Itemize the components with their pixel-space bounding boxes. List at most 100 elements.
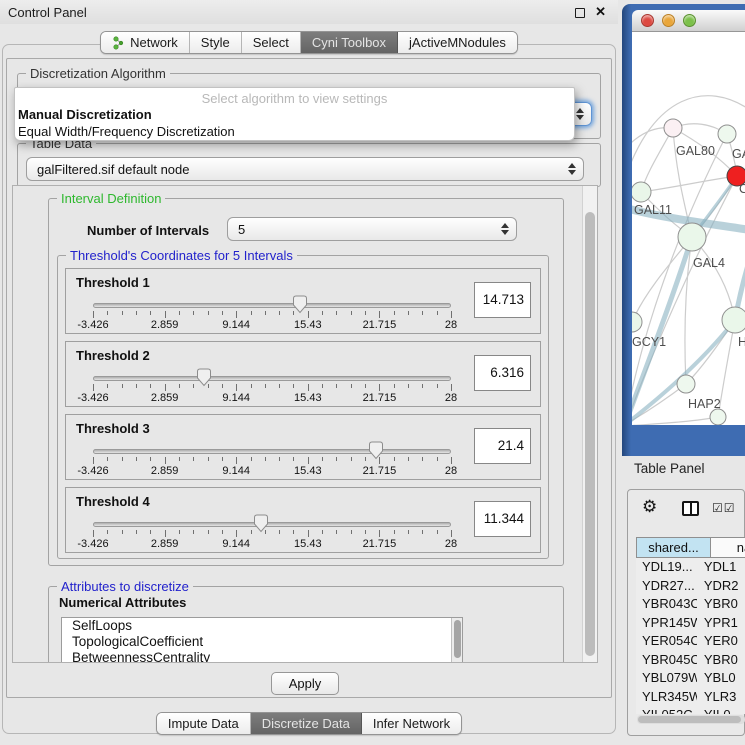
gear-icon[interactable]: ⚙: [642, 497, 657, 517]
network-node[interactable]: [718, 125, 736, 143]
bottom-tab-impute-data[interactable]: Impute Data: [157, 713, 251, 734]
column-header-name[interactable]: name: [711, 537, 745, 558]
slider-track[interactable]: [93, 522, 451, 527]
numerical-attributes-list[interactable]: SelfLoopsTopologicalCoefficientBetweenne…: [61, 617, 463, 663]
desktop: Control Panel ✕ NetworkStyleSelectCyni T…: [0, 0, 745, 745]
list-scrollbar-thumb[interactable]: [454, 620, 461, 658]
tab-label: Network: [130, 35, 178, 50]
table-row[interactable]: YPR145WYPR1: [636, 614, 745, 633]
combo-arrows-icon: [568, 163, 575, 175]
network-node[interactable]: [710, 409, 726, 425]
list-scrollbar[interactable]: [451, 618, 462, 663]
threshold-slider[interactable]: -3.4262.8599.14415.4321.71528: [66, 488, 466, 554]
control-panel-tabs: Network StyleSelectCyni Toolbox jActiveMNo…: [0, 31, 618, 54]
network-node[interactable]: [678, 223, 706, 251]
tab-network[interactable]: Network: [101, 32, 190, 53]
attributes-group: Attributes to discretize Numerical Attri…: [48, 586, 564, 663]
cell-name[interactable]: YPR1: [697, 614, 745, 633]
tab-label: jActiveMNodules: [409, 35, 506, 50]
network-canvas[interactable]: GAL80GACGAL11GAL4GCY1HHAP2: [632, 32, 745, 425]
cell-shared-name[interactable]: YDL19...: [636, 558, 697, 577]
table-row[interactable]: YLR345WYLR3: [636, 688, 745, 707]
cell-name[interactable]: YDL1: [697, 558, 745, 577]
cell-name[interactable]: YER0: [697, 632, 745, 651]
panel-scrollbar[interactable]: [582, 186, 597, 663]
attribute-item-betweennesscentrality[interactable]: BetweennessCentrality: [62, 650, 462, 663]
network-edge[interactable]: [641, 176, 737, 192]
slider-track[interactable]: [93, 449, 451, 454]
network-edge[interactable]: [632, 237, 692, 322]
slider-ticks: [93, 457, 451, 465]
select-columns-icon[interactable]: ☑☑: [712, 501, 736, 515]
cell-shared-name[interactable]: YPR145W: [636, 614, 697, 633]
network-node[interactable]: [632, 182, 651, 202]
cell-name[interactable]: YBR0: [697, 651, 745, 670]
table-data-combobox[interactable]: galFiltered.sif default node: [26, 157, 584, 181]
network-node[interactable]: [632, 312, 642, 332]
table-row[interactable]: YBR043CYBR0: [636, 595, 745, 614]
tab-style[interactable]: Style: [190, 32, 242, 53]
table-row[interactable]: YBL079WYBL0: [636, 669, 745, 688]
close-traffic-light-icon[interactable]: [641, 14, 654, 27]
float-window-icon[interactable]: [575, 8, 585, 18]
panel-scrollbar-thumb[interactable]: [585, 212, 595, 656]
threshold-value-field[interactable]: 11.344: [474, 501, 531, 537]
network-edge[interactable]: [632, 417, 718, 425]
split-view-icon[interactable]: [682, 501, 699, 516]
cell-shared-name[interactable]: YBR043C: [636, 595, 697, 614]
close-icon[interactable]: ✕: [595, 4, 606, 20]
cell-shared-name[interactable]: YIL052C: [636, 706, 697, 714]
table-h-scrollbar-thumb[interactable]: [638, 716, 741, 723]
threshold-value-field[interactable]: 6.316: [474, 355, 531, 391]
threshold-slider[interactable]: -3.4262.8599.14415.4321.71528: [66, 342, 466, 408]
zoom-traffic-light-icon[interactable]: [683, 14, 696, 27]
slider-track[interactable]: [93, 303, 451, 308]
cell-name[interactable]: YDR2: [697, 577, 745, 596]
minimize-traffic-light-icon[interactable]: [662, 14, 675, 27]
apply-button[interactable]: Apply: [271, 672, 339, 695]
table-row[interactable]: YDR27...YDR2: [636, 577, 745, 596]
attribute-item-selfloops[interactable]: SelfLoops: [62, 618, 462, 634]
table-row[interactable]: YDL19...YDL1: [636, 558, 745, 577]
table-h-scrollbar[interactable]: [637, 715, 745, 724]
threshold-slider[interactable]: -3.4262.8599.14415.4321.71528: [66, 269, 466, 335]
table-row[interactable]: YER054CYER0: [636, 632, 745, 651]
number-of-intervals-spinner[interactable]: 5: [227, 217, 517, 241]
table-row[interactable]: YIL052CYIL0: [636, 706, 745, 714]
cell-shared-name[interactable]: YDR27...: [636, 577, 697, 596]
bottom-tab-infer-network[interactable]: Infer Network: [362, 713, 461, 734]
network-window-titlebar[interactable]: [632, 10, 745, 32]
slider-ticks: [93, 311, 451, 319]
threshold-list: Threshold 1 -3.4262.8599.14415.4321.7152…: [65, 268, 541, 560]
bottom-tab-group: Impute DataDiscretize DataInfer Network: [156, 712, 462, 735]
threshold-value-field[interactable]: 21.4: [474, 428, 531, 464]
table-row[interactable]: YBR045CYBR0: [636, 651, 745, 670]
algorithm-group-title: Discretization Algorithm: [26, 66, 170, 81]
network-node[interactable]: [722, 307, 745, 333]
cell-name[interactable]: YBL0: [697, 669, 745, 688]
tab-cyni-toolbox[interactable]: Cyni Toolbox: [301, 32, 398, 53]
cell-name[interactable]: YIL0: [697, 706, 745, 714]
tab-jactivemnodules[interactable]: jActiveMNodules: [398, 32, 517, 53]
cell-shared-name[interactable]: YLR345W: [636, 688, 697, 707]
column-header-shared-name[interactable]: shared...: [636, 537, 711, 558]
bottom-tab-discretize-data[interactable]: Discretize Data: [251, 713, 362, 734]
attribute-item-topologicalcoefficient[interactable]: TopologicalCoefficient: [62, 634, 462, 650]
table-panel-title: Table Panel: [634, 461, 705, 476]
network-node[interactable]: [664, 119, 682, 137]
network-icon: [112, 36, 125, 50]
cell-shared-name[interactable]: YER054C: [636, 632, 697, 651]
cell-name[interactable]: YLR3: [697, 688, 745, 707]
threshold-value-field[interactable]: 14.713: [474, 282, 531, 318]
cell-name[interactable]: YBR0: [697, 595, 745, 614]
menu-item-equal-width-frequency[interactable]: Equal Width/Frequency Discretization: [15, 123, 574, 140]
network-node[interactable]: [677, 375, 695, 393]
settings-scroll-area: Interval Definition Number of Intervals …: [12, 185, 598, 663]
cell-shared-name[interactable]: YBL079W: [636, 669, 697, 688]
threshold-slider[interactable]: -3.4262.8599.14415.4321.71528: [66, 415, 466, 481]
cell-shared-name[interactable]: YBR045C: [636, 651, 697, 670]
slider-track[interactable]: [93, 376, 451, 381]
menu-item-manual-discretization[interactable]: Manual Discretization: [15, 106, 574, 123]
network-edge[interactable]: [641, 128, 673, 192]
tab-select[interactable]: Select: [242, 32, 301, 53]
